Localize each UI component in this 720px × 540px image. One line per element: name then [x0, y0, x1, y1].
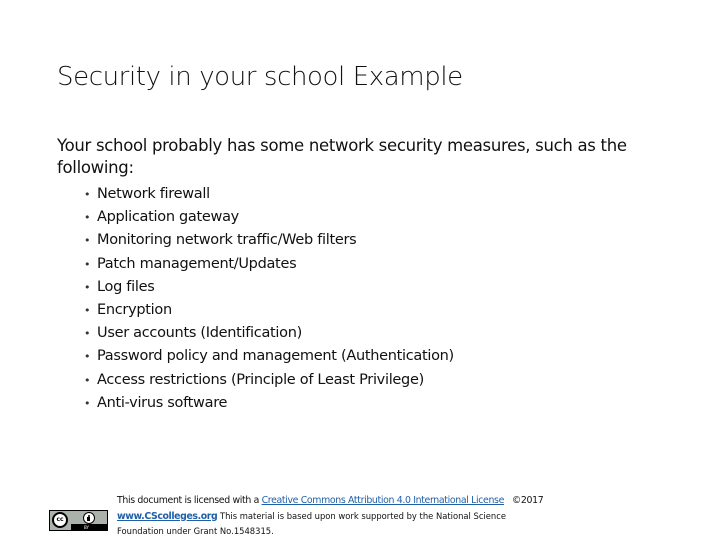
attribution-person-icon [83, 512, 95, 524]
bullet-icon: • [84, 211, 91, 225]
list-item: • Monitoring network traffic/Web filters [84, 229, 454, 252]
license-text: This document is licensed with a Creativ… [117, 494, 544, 539]
bullet-icon: • [84, 234, 91, 248]
license-line-2: www.CScolleges.org This material is base… [117, 509, 543, 525]
list-item: • Anti-virus software [84, 392, 454, 415]
list-item: • User accounts (Identification) [84, 322, 454, 345]
license-link[interactable]: Creative Commons Attribution 4.0 Interna… [262, 495, 505, 506]
list-item: • Network firewall [84, 183, 454, 206]
bullet-icon: • [84, 373, 91, 387]
site-link[interactable]: www.CScolleges.org [117, 511, 218, 522]
list-item: • Patch management/Updates [84, 253, 454, 276]
creative-commons-by-icon[interactable]: cc BY [49, 510, 108, 531]
list-item-text: Log files [97, 278, 155, 295]
list-item-text: Network firewall [97, 186, 210, 202]
cc-logo-icon: cc [52, 512, 68, 528]
bullet-icon: • [84, 396, 91, 410]
list-item: • Log files [84, 276, 454, 299]
list-item: • Access restrictions (Principle of Least… [84, 369, 454, 392]
bullet-icon: • [84, 257, 91, 271]
list-item-text: User accounts (Identification) [97, 325, 302, 342]
slide: Security in your school Example Your sch… [0, 0, 720, 540]
funding-text: This material is based upon work support… [217, 510, 506, 521]
license-line-1: This document is licensed with a Creativ… [117, 494, 544, 509]
bullet-icon: • [84, 188, 91, 201]
list-item: • Password policy and management (Authent… [84, 345, 454, 368]
list-item: • Application gateway [84, 206, 454, 229]
by-label: BY [84, 525, 89, 530]
copyright-text: ©2017 [511, 495, 544, 506]
list-item-text: Encryption [97, 301, 172, 318]
list-item-text: Monitoring network traffic/Web filters [97, 232, 357, 249]
list-item-text: Patch management/Updates [97, 255, 297, 272]
badge-strip [71, 524, 107, 530]
bullet-icon: • [84, 280, 91, 294]
bullet-icon: • [84, 350, 91, 364]
security-measures-list: • Network firewall • Application gateway •… [84, 183, 454, 415]
list-item-text: Password policy and management (Authenti… [97, 348, 454, 365]
list-item-text: Application gateway [97, 209, 239, 226]
slide-title: Security in your school Example [57, 62, 463, 92]
list-item-text: Anti-virus software [97, 394, 228, 411]
bullet-icon: • [84, 303, 91, 317]
list-item-text: Access restrictions (Principle of Least … [97, 371, 424, 388]
intro-paragraph: Your school probably has some network se… [57, 136, 627, 177]
list-item: • Encryption [84, 299, 454, 322]
license-line-3: Foundation under Grant No.1548315. [117, 526, 274, 536]
license-footer: cc BY This document is licensed with a C… [47, 494, 687, 540]
bullet-icon: • [84, 327, 91, 341]
license-prefix: This document is licensed with a [117, 495, 262, 506]
